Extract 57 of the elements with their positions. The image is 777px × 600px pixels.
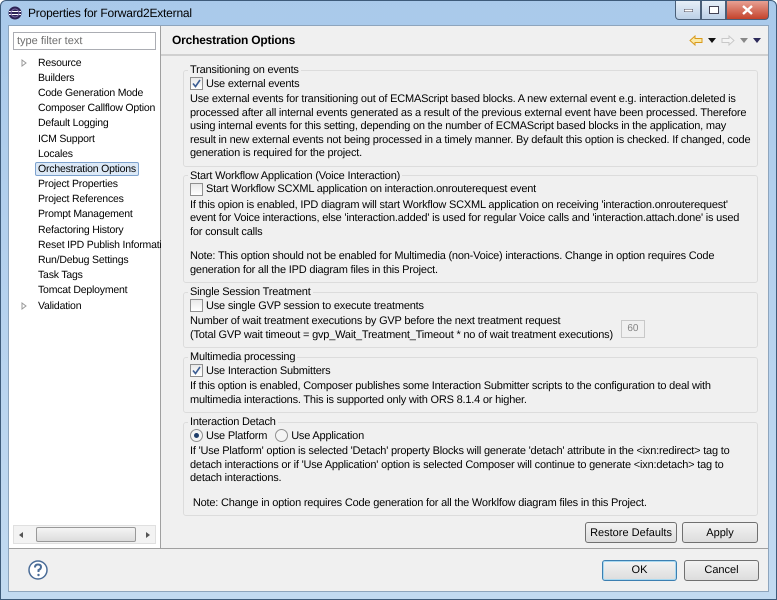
- setting-label: Number of wait treatment executions by GVP before the next treatment request: [190, 315, 562, 328]
- restore-defaults-button[interactable]: Restore Defaults: [585, 522, 677, 543]
- page-title: Orchestration Options: [172, 33, 296, 47]
- tree-item[interactable]: Resource: [35, 56, 84, 70]
- description-text: Use external events for transitioning out of ECMAScript based blocks. A new external event e.g. interaction.deleted is processed after all internal events generated as a result of the previous external event have been processed. Therefore using internal events for this setting, depending on the number of ECMAScript based blocks in the application, may result in new external events not being processed in a timely manner. By default this option is checked. If changed, code generation is required for the project.: [190, 93, 751, 160]
- ok-button[interactable]: OK: [602, 560, 677, 580]
- tree-item[interactable]: Reset IPD Publish Informati: [35, 238, 165, 252]
- cancel-button[interactable]: Cancel: [684, 560, 759, 580]
- radio-button[interactable]: Use Application: [275, 429, 364, 442]
- checkmark-icon: [192, 79, 201, 88]
- description-text: If 'Use Platform' option is selected 'Detach' property Blocks will generate 'detach' attribute in the <ixn:redirect> tag to detach interactions or if 'Use Application' option is selected Composer will continue to generate <ixn:detach> tag to detach interactions.: [190, 445, 731, 486]
- expand-arrow-icon[interactable]: [21, 58, 27, 67]
- tree-item[interactable]: Default Logging: [35, 116, 112, 130]
- checkbox[interactable]: Start Workflow SCXML application on interaction.onrouterequest event: [190, 182, 536, 196]
- checkbox[interactable]: Use Interaction Submitters: [190, 364, 330, 377]
- tree-item[interactable]: Project References: [35, 192, 127, 206]
- radio-button[interactable]: Use Platform: [190, 429, 268, 442]
- tree-item[interactable]: Composer Callflow Option: [35, 101, 158, 116]
- tree-item[interactable]: Orchestration Options: [35, 162, 139, 176]
- horizontal-scrollbar[interactable]: [13, 525, 156, 544]
- dropdown-caret-icon[interactable]: [708, 38, 716, 42]
- group-title: Multimedia processing: [189, 351, 296, 363]
- tree-item[interactable]: Locales: [35, 146, 76, 161]
- tree-item[interactable]: Prompt Management: [35, 207, 136, 222]
- maximize-icon: [708, 6, 718, 14]
- tree-item[interactable]: Task Tags: [35, 268, 86, 282]
- filter-field[interactable]: type filter text: [13, 32, 156, 50]
- group-title: Transitioning on events: [189, 64, 300, 76]
- group-title: Start Workflow Application (Voice Interaction): [189, 170, 402, 182]
- tree-item[interactable]: Code Generation Mode: [35, 86, 146, 100]
- help-icon[interactable]: [28, 560, 48, 580]
- close-button[interactable]: [726, 1, 769, 20]
- checkmark-icon: [192, 366, 201, 375]
- tree-item[interactable]: Tomcat Deployment: [35, 283, 130, 298]
- description-text: Note: This option should not be enabled for Multimedia (non-Voice) interactions. Change in option requires Code generation for all the IPD diagram files in this Project.: [190, 250, 716, 277]
- description-text: If this option is enabled, Composer publishes some Interaction Submitter scripts to the configuration to deal with multimedia interactions. This is supported only with ORS 8.1.4 or higher.: [190, 380, 712, 407]
- description-text: If this opion is enabled, IPD diagram will start Workflow SCXML application on receiving 'interaction.onrouterequest' event for Voice interactions, else 'interaction.added' is used for regular Voice calls and 'interaction.attach.done' is used for consult calls: [190, 198, 740, 239]
- checkbox[interactable]: Use single GVP session to execute treatments: [190, 299, 424, 312]
- group-title: Single Session Treatment: [189, 286, 312, 298]
- window-title: Properties for Forward2External: [28, 6, 192, 20]
- close-icon: [742, 5, 753, 15]
- tree-item[interactable]: Refactoring History: [35, 222, 126, 237]
- tree-item[interactable]: Project Properties: [35, 177, 121, 192]
- minimize-icon: [684, 8, 692, 12]
- app-icon: [8, 6, 22, 20]
- maximize-button[interactable]: [701, 1, 726, 20]
- tree-item[interactable]: Validation: [35, 298, 84, 313]
- setting-label: (Total GVP wait timeout = gvp_Wait_Treatment_Timeout * no of wait treatment executions): [190, 328, 613, 342]
- expand-arrow-icon[interactable]: [21, 302, 27, 310]
- checkbox[interactable]: Use external events: [190, 77, 300, 90]
- group-title: Interaction Detach: [189, 416, 277, 428]
- apply-button[interactable]: Apply: [682, 522, 758, 543]
- description-text: Note: Change in option requires Code generation for all the Worklfow diagram files in this Project.: [192, 496, 648, 510]
- minimize-button[interactable]: [675, 1, 701, 20]
- tree-item[interactable]: Builders: [35, 70, 78, 85]
- tree-item[interactable]: ICM Support: [35, 132, 98, 146]
- tree-item[interactable]: Run/Debug Settings: [35, 253, 132, 268]
